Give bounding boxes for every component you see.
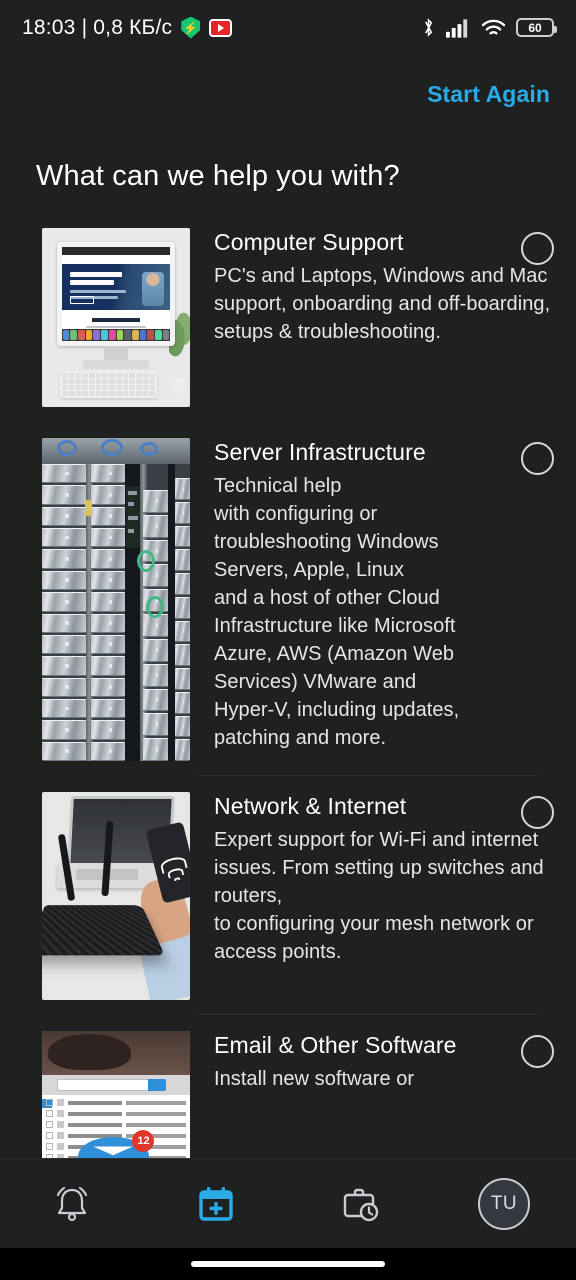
bluetooth-icon <box>425 18 433 37</box>
gesture-home-bar[interactable] <box>191 1261 385 1267</box>
list-item-body: Computer Support PC's and Laptops, Windo… <box>190 228 576 407</box>
option-radio[interactable] <box>521 442 554 475</box>
option-radio[interactable] <box>521 796 554 829</box>
battery-level: 60 <box>528 20 542 35</box>
avatar-initials: TU <box>490 1192 518 1214</box>
option-title: Server Infrastructure <box>214 439 426 465</box>
status-bar-right: 60 <box>421 17 557 38</box>
server-racks-photo <box>42 438 190 761</box>
router-laptop-photo <box>42 792 190 1000</box>
phone-screen: 18:03 | 0,8 КБ/с ⚡ 60 Start Again What c… <box>0 0 576 1280</box>
top-bar: Start Again <box>0 55 576 133</box>
bell-icon <box>56 1186 88 1221</box>
bottom-navigation-bar: TU <box>0 1158 576 1248</box>
option-title: Network & Internet <box>214 793 407 819</box>
option-description: PC's and Laptops, Windows and Mac suppor… <box>214 264 551 343</box>
option-description: Technical help with configuring or troub… <box>214 474 460 749</box>
cellular-signal-icon <box>446 18 468 38</box>
list-item[interactable]: 12 Email & Other Software Install new so… <box>0 1015 576 1161</box>
list-item[interactable]: Computer Support PC's and Laptops, Windo… <box>0 212 576 407</box>
avatar[interactable]: TU <box>478 1177 530 1230</box>
list-item[interactable]: Server Infrastructure Technical help wit… <box>0 422 576 761</box>
list-item-body: Server Infrastructure Technical help wit… <box>190 438 576 761</box>
option-radio[interactable] <box>521 1035 554 1068</box>
wifi-icon <box>481 19 506 34</box>
option-radio[interactable] <box>521 232 554 265</box>
shield-icon: ⚡ <box>181 16 201 39</box>
start-again-button[interactable]: Start Again <box>427 81 550 108</box>
service-options-list[interactable]: Computer Support PC's and Laptops, Windo… <box>0 212 576 1167</box>
briefcase-clock-icon <box>343 1188 379 1221</box>
imac-desktop-photo <box>42 228 190 407</box>
list-item-body: Email & Other Software Install new softw… <box>190 1031 576 1161</box>
page-title: What can we help you with? <box>36 160 400 192</box>
list-item[interactable]: Network & Internet Expert support for Wi… <box>0 776 576 1000</box>
nav-item-notifications[interactable] <box>0 1159 144 1248</box>
nav-item-history[interactable] <box>288 1159 432 1248</box>
battery-icon: 60 <box>516 18 557 37</box>
status-clock: 18:03 | 0,8 КБ/с <box>22 15 173 39</box>
status-bar: 18:03 | 0,8 КБ/с ⚡ 60 <box>0 0 576 55</box>
status-bar-left: 18:03 | 0,8 КБ/с ⚡ <box>22 16 421 40</box>
option-description: Expert support for Wi-Fi and internet is… <box>214 828 544 963</box>
calendar-plus-icon <box>199 1186 233 1221</box>
option-title: Computer Support <box>214 229 404 255</box>
option-description: Install new software or <box>214 1067 415 1090</box>
option-title: Email & Other Software <box>214 1032 457 1058</box>
nav-item-profile[interactable]: TU <box>432 1159 576 1248</box>
email-inbox-photo: 12 <box>42 1031 190 1161</box>
list-item-body: Network & Internet Expert support for Wi… <box>190 792 576 1000</box>
nav-item-new-booking[interactable] <box>144 1159 288 1248</box>
youtube-icon <box>209 18 233 37</box>
